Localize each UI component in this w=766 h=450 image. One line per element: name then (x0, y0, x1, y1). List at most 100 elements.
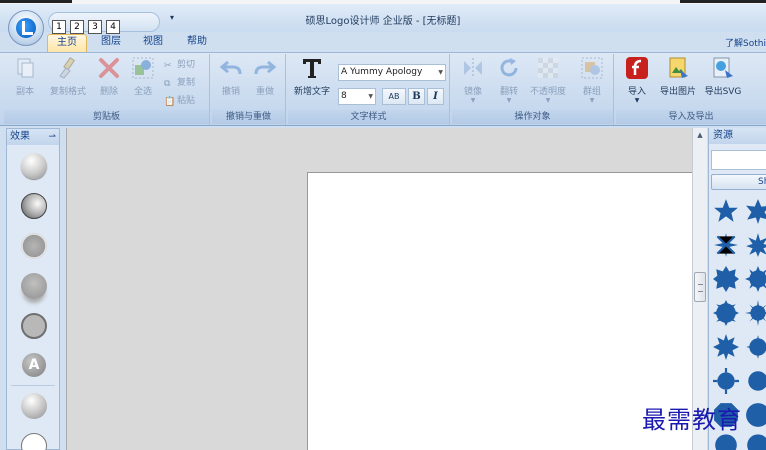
qat-customize-icon[interactable]: ▾ (170, 13, 174, 22)
import-export-group: 导入 ▼ 导出图片 导出SVG 导入及导出 (616, 54, 766, 125)
tab-layers[interactable]: 图层 (96, 34, 126, 52)
chevron-down-icon: ▼ (506, 97, 512, 104)
paste-icon: 📋 (164, 97, 176, 107)
design-canvas-area[interactable] (66, 128, 693, 450)
undo-redo-group: 撤销 重做 撤销与重做 (212, 54, 286, 125)
copy-button[interactable]: 副本 (10, 56, 40, 97)
paste-label: 粘贴 (177, 96, 196, 106)
pin-icon[interactable]: ⇀ (48, 129, 56, 145)
resources-panel-title: 资源 (709, 128, 766, 144)
chevron-down-icon: ▼ (634, 97, 640, 104)
copy-icon (17, 58, 34, 78)
qat-key-2[interactable]: 2 (70, 20, 84, 34)
delete-button[interactable]: 删除 (96, 56, 122, 97)
clipboard-group-label: 剪贴板 (4, 110, 209, 124)
badge-shape-icon[interactable] (745, 368, 766, 394)
paste-button[interactable]: 📋 粘贴 (164, 94, 195, 108)
effect-bevel-sphere[interactable] (21, 193, 47, 219)
burst-8-shape-icon[interactable] (713, 266, 739, 292)
opacity-checker-icon (538, 58, 558, 78)
select-all-icon (132, 57, 154, 79)
qat-key-1[interactable]: 1 (52, 20, 66, 34)
new-text-label: 新增文字 (293, 87, 330, 97)
effect-shadow-circle[interactable] (21, 273, 47, 299)
bold-label: B (412, 91, 421, 102)
effect-metal-sphere[interactable] (21, 393, 47, 419)
text-t-icon (303, 59, 321, 78)
design-page[interactable] (307, 172, 693, 450)
starburst-shape-icon[interactable] (713, 334, 739, 360)
operate-object-group: 镜像 ▼ 翻转 ▼ 不透明度 ▼ 群组 ▼ 操作对象 (452, 54, 614, 125)
ribbon: 副本 复制格式 删除 全选 ✂ 剪切 ⧉ 复制 📋 粘贴 剪贴板 撤销 重做 撤… (0, 52, 766, 126)
tab-view[interactable]: 视图 (138, 34, 168, 52)
duplicate-button[interactable]: ⧉ 复制 (164, 76, 195, 90)
resource-show-button[interactable]: Sh (711, 174, 766, 190)
effect-stroke-circle[interactable] (21, 313, 47, 339)
redo-icon (254, 60, 277, 75)
burst-10-shape-icon[interactable] (745, 266, 766, 292)
redo-label: 重做 (255, 87, 274, 97)
opacity-label: 不透明度 (529, 87, 566, 97)
text-style-group-label: 文字样式 (288, 110, 449, 124)
sunburst-shape-icon[interactable] (745, 300, 766, 326)
operate-object-group-label: 操作对象 (452, 110, 613, 124)
mirror-icon (464, 58, 482, 78)
font-size-value: 8 (341, 91, 347, 101)
star-6-shape-icon[interactable] (745, 198, 766, 224)
undo-icon (219, 60, 242, 75)
flip-button[interactable]: 翻转 ▼ (492, 56, 526, 104)
font-size-select[interactable]: 8 ▼ (338, 88, 376, 105)
seal-shape-icon[interactable] (713, 300, 739, 326)
star-5-shape-icon[interactable] (713, 198, 739, 224)
import-label: 导入 (627, 87, 646, 97)
flash-import-icon (626, 57, 648, 79)
bold-button[interactable]: B (408, 88, 425, 105)
wavy-circle-shape-icon[interactable] (745, 430, 766, 450)
undo-redo-group-label: 撤销与重做 (212, 110, 285, 124)
delete-icon (99, 58, 119, 78)
export-image-button[interactable]: 导出图片 (656, 56, 700, 97)
chevron-down-icon: ▼ (545, 97, 551, 104)
font-name-select[interactable]: A Yummy Apology ▼ (338, 64, 446, 81)
cut-button[interactable]: ✂ 剪切 (164, 58, 195, 72)
star-4-shape-icon[interactable] (713, 232, 739, 258)
redo-button[interactable]: 重做 (250, 56, 280, 97)
export-image-label: 导出图片 (659, 87, 696, 97)
tab-help[interactable]: 帮助 (182, 34, 212, 52)
italic-button[interactable]: I (427, 88, 444, 105)
effect-glow-circle[interactable] (21, 233, 47, 259)
import-button[interactable]: 导入 ▼ (620, 56, 654, 104)
copy-format-button[interactable]: 复制格式 (48, 56, 88, 97)
select-all-button[interactable]: 全选 (130, 56, 156, 97)
group-label: 群组 (582, 87, 601, 97)
effect-outline-circle[interactable] (21, 433, 47, 450)
star-8-shape-icon[interactable] (745, 232, 766, 258)
chevron-down-icon: ▼ (470, 97, 476, 104)
undo-button[interactable]: 撤销 (216, 56, 246, 97)
group-button[interactable]: 群组 ▼ (576, 56, 608, 104)
export-svg-icon (713, 57, 733, 78)
qat-key-4[interactable]: 4 (106, 20, 120, 34)
learn-more-link[interactable]: 了解Sothi (725, 36, 766, 49)
export-svg-button[interactable]: 导出SVG (702, 56, 744, 97)
mirror-button[interactable]: 镜像 ▼ (456, 56, 490, 104)
scrollbar-thumb[interactable] (694, 272, 706, 302)
opacity-button[interactable]: 不透明度 ▼ (526, 56, 570, 104)
tab-home[interactable]: 主页 (47, 34, 87, 52)
flip-label: 翻转 (499, 87, 518, 97)
spiky-circle-shape-icon[interactable] (745, 334, 766, 360)
chevron-down-icon: ▼ (589, 97, 595, 104)
format-brush-icon (59, 57, 76, 79)
export-image-icon (669, 57, 688, 78)
scroll-up-icon[interactable]: ▲ (693, 128, 707, 142)
effect-text-letter[interactable]: A (22, 353, 46, 377)
application-menu-button[interactable] (8, 10, 44, 46)
circle-shape-icon[interactable] (745, 402, 766, 428)
rotate-icon (500, 58, 518, 77)
new-text-button[interactable]: 新增文字 (290, 56, 334, 97)
gear-shape-icon[interactable] (713, 368, 739, 394)
char-spacing-button[interactable]: AB (382, 88, 406, 105)
resource-search-input[interactable] (711, 150, 766, 170)
qat-key-3[interactable]: 3 (88, 20, 102, 34)
effect-gradient-sphere[interactable] (21, 153, 47, 179)
